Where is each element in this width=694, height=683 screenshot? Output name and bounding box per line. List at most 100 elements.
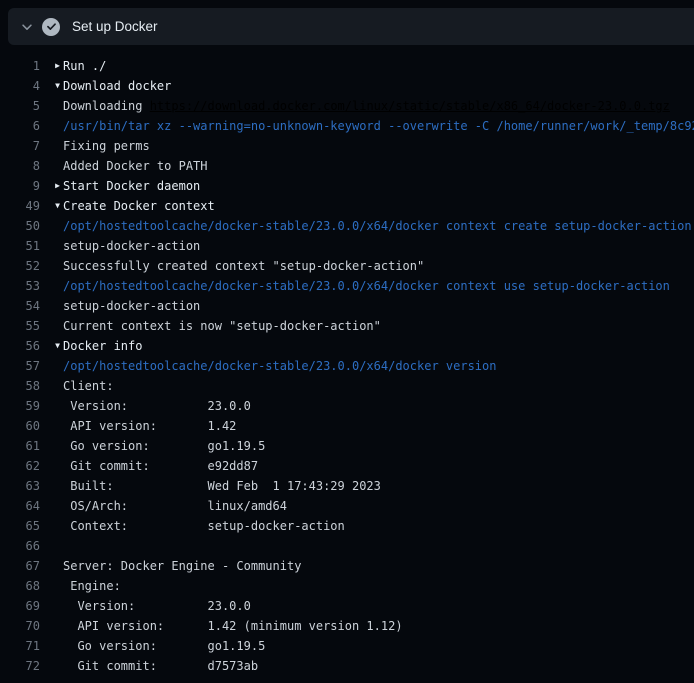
log-text: Go version: go1.19.5	[63, 636, 265, 656]
log-text: Built: Wed Feb 1 17:43:29 2023	[63, 476, 381, 496]
log-line: 70 API version: 1.42 (minimum version 1.…	[0, 616, 694, 636]
log-text: API version: 1.42	[63, 416, 236, 436]
log-command-text: /opt/hostedtoolcache/docker-stable/23.0.…	[63, 216, 692, 236]
log-text: Server: Docker Engine - Community	[63, 556, 301, 576]
log-command-text: /opt/hostedtoolcache/docker-stable/23.0.…	[63, 276, 670, 296]
log-link[interactable]: https://download.docker.com/linux/static…	[150, 96, 670, 116]
line-number[interactable]: 4	[0, 76, 40, 96]
line-number[interactable]: 1	[0, 56, 40, 76]
line-number[interactable]: 49	[0, 196, 40, 216]
line-indent	[40, 636, 63, 656]
line-indent	[40, 396, 63, 416]
group-title[interactable]: Run ./	[63, 56, 106, 76]
log-text: setup-docker-action	[63, 296, 200, 316]
line-number[interactable]: 69	[0, 596, 40, 616]
line-indent	[40, 216, 63, 236]
log-line: 57/opt/hostedtoolcache/docker-stable/23.…	[0, 356, 694, 376]
step-title: Set up Docker	[72, 19, 158, 34]
log-command-text: /opt/hostedtoolcache/docker-stable/23.0.…	[63, 356, 496, 376]
line-number[interactable]: 62	[0, 456, 40, 476]
log-line: 67 Server: Docker Engine - Community	[0, 556, 694, 576]
line-indent	[40, 556, 63, 576]
line-indent	[40, 236, 63, 256]
line-number[interactable]: 72	[0, 656, 40, 676]
line-indent	[40, 476, 63, 496]
log-text: Version: 23.0.0	[63, 396, 251, 416]
line-indent	[40, 96, 63, 116]
line-number[interactable]: 56	[0, 336, 40, 356]
log-line: 72 Git commit: d7573ab	[0, 656, 694, 676]
log-line: 71 Go version: go1.19.5	[0, 636, 694, 656]
line-number[interactable]: 50	[0, 216, 40, 236]
line-number[interactable]: 60	[0, 416, 40, 436]
line-indent	[40, 456, 63, 476]
line-number[interactable]: 52	[0, 256, 40, 276]
check-circle-icon	[42, 18, 60, 36]
line-number[interactable]: 63	[0, 476, 40, 496]
log-line: 51 setup-docker-action	[0, 236, 694, 256]
line-indent	[40, 496, 63, 516]
log-text: Context: setup-docker-action	[63, 516, 345, 536]
group-expanded-icon[interactable]: ▼	[40, 76, 63, 96]
line-number[interactable]: 66	[0, 536, 40, 556]
group-title[interactable]: Create Docker context	[63, 196, 215, 216]
log-lines: 1▶Run ./4▼Download docker5Downloading ht…	[0, 56, 694, 676]
log-line: 60 API version: 1.42	[0, 416, 694, 436]
log-line: 59 Version: 23.0.0	[0, 396, 694, 416]
step-header[interactable]: Set up Docker	[8, 8, 694, 45]
line-indent	[40, 316, 63, 336]
log-text: Downloading	[63, 96, 150, 116]
line-number[interactable]: 71	[0, 636, 40, 656]
group-title[interactable]: Docker info	[63, 336, 142, 356]
log-line: 4▼Download docker	[0, 76, 694, 96]
group-expanded-icon[interactable]: ▼	[40, 196, 63, 216]
line-number[interactable]: 64	[0, 496, 40, 516]
line-number[interactable]: 51	[0, 236, 40, 256]
group-collapsed-icon[interactable]: ▶	[40, 176, 63, 196]
line-number[interactable]: 9	[0, 176, 40, 196]
line-number[interactable]: 5	[0, 96, 40, 116]
log-text: Added Docker to PATH	[63, 156, 208, 176]
log-text: OS/Arch: linux/amd64	[63, 496, 287, 516]
line-number[interactable]: 54	[0, 296, 40, 316]
line-number[interactable]: 53	[0, 276, 40, 296]
group-title[interactable]: Start Docker daemon	[63, 176, 200, 196]
log-line: 54 setup-docker-action	[0, 296, 694, 316]
line-number[interactable]: 55	[0, 316, 40, 336]
log-command-text: /usr/bin/tar xz --warning=no-unknown-key…	[63, 116, 694, 136]
line-indent	[40, 596, 63, 616]
log-text: Git commit: d7573ab	[63, 656, 258, 676]
line-number[interactable]: 7	[0, 136, 40, 156]
line-number[interactable]: 57	[0, 356, 40, 376]
log-text: Version: 23.0.0	[63, 596, 251, 616]
line-indent	[40, 436, 63, 456]
group-title[interactable]: Download docker	[63, 76, 171, 96]
line-number[interactable]: 68	[0, 576, 40, 596]
log-line: 66	[0, 536, 694, 556]
log-line: 58Client:	[0, 376, 694, 396]
line-indent	[40, 296, 63, 316]
line-number[interactable]: 58	[0, 376, 40, 396]
line-number[interactable]: 6	[0, 116, 40, 136]
line-number[interactable]: 65	[0, 516, 40, 536]
log-line: 5 Downloading https://download.docker.com…	[0, 96, 694, 116]
line-number[interactable]: 59	[0, 396, 40, 416]
line-number[interactable]: 70	[0, 616, 40, 636]
line-indent	[40, 616, 63, 636]
log-line: 63 Built: Wed Feb 1 17:43:29 2023	[0, 476, 694, 496]
group-collapsed-icon[interactable]: ▶	[40, 56, 63, 76]
line-number[interactable]: 67	[0, 556, 40, 576]
log-line: 68 Engine:	[0, 576, 694, 596]
line-number[interactable]: 8	[0, 156, 40, 176]
chevron-down-icon[interactable]	[12, 20, 42, 34]
line-indent	[40, 656, 63, 676]
log-line: 8 Added Docker to PATH	[0, 156, 694, 176]
log-line: 49▼Create Docker context	[0, 196, 694, 216]
line-number[interactable]: 61	[0, 436, 40, 456]
line-indent	[40, 376, 63, 396]
group-expanded-icon[interactable]: ▼	[40, 336, 63, 356]
log-text: setup-docker-action	[63, 236, 200, 256]
log-line: 9▶Start Docker daemon	[0, 176, 694, 196]
log-text: Fixing perms	[63, 136, 150, 156]
line-indent	[40, 256, 63, 276]
